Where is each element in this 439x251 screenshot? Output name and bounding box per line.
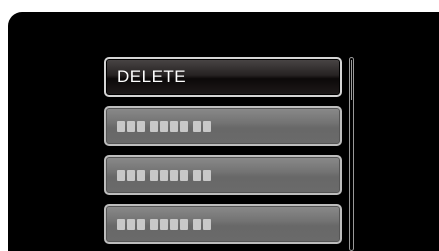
menu-item-3[interactable] (104, 155, 342, 195)
menu-item-label: DELETE (117, 67, 187, 86)
menu-screen: DELETE (8, 12, 439, 251)
menu-item-4[interactable] (104, 204, 342, 244)
menu-item-2[interactable] (104, 106, 342, 146)
menu-item-delete[interactable]: DELETE (104, 57, 342, 97)
obscured-label (117, 121, 211, 132)
scrollbar-thumb[interactable] (351, 60, 352, 100)
scrollbar[interactable] (349, 57, 354, 251)
obscured-label (117, 170, 211, 181)
obscured-label (117, 219, 211, 230)
